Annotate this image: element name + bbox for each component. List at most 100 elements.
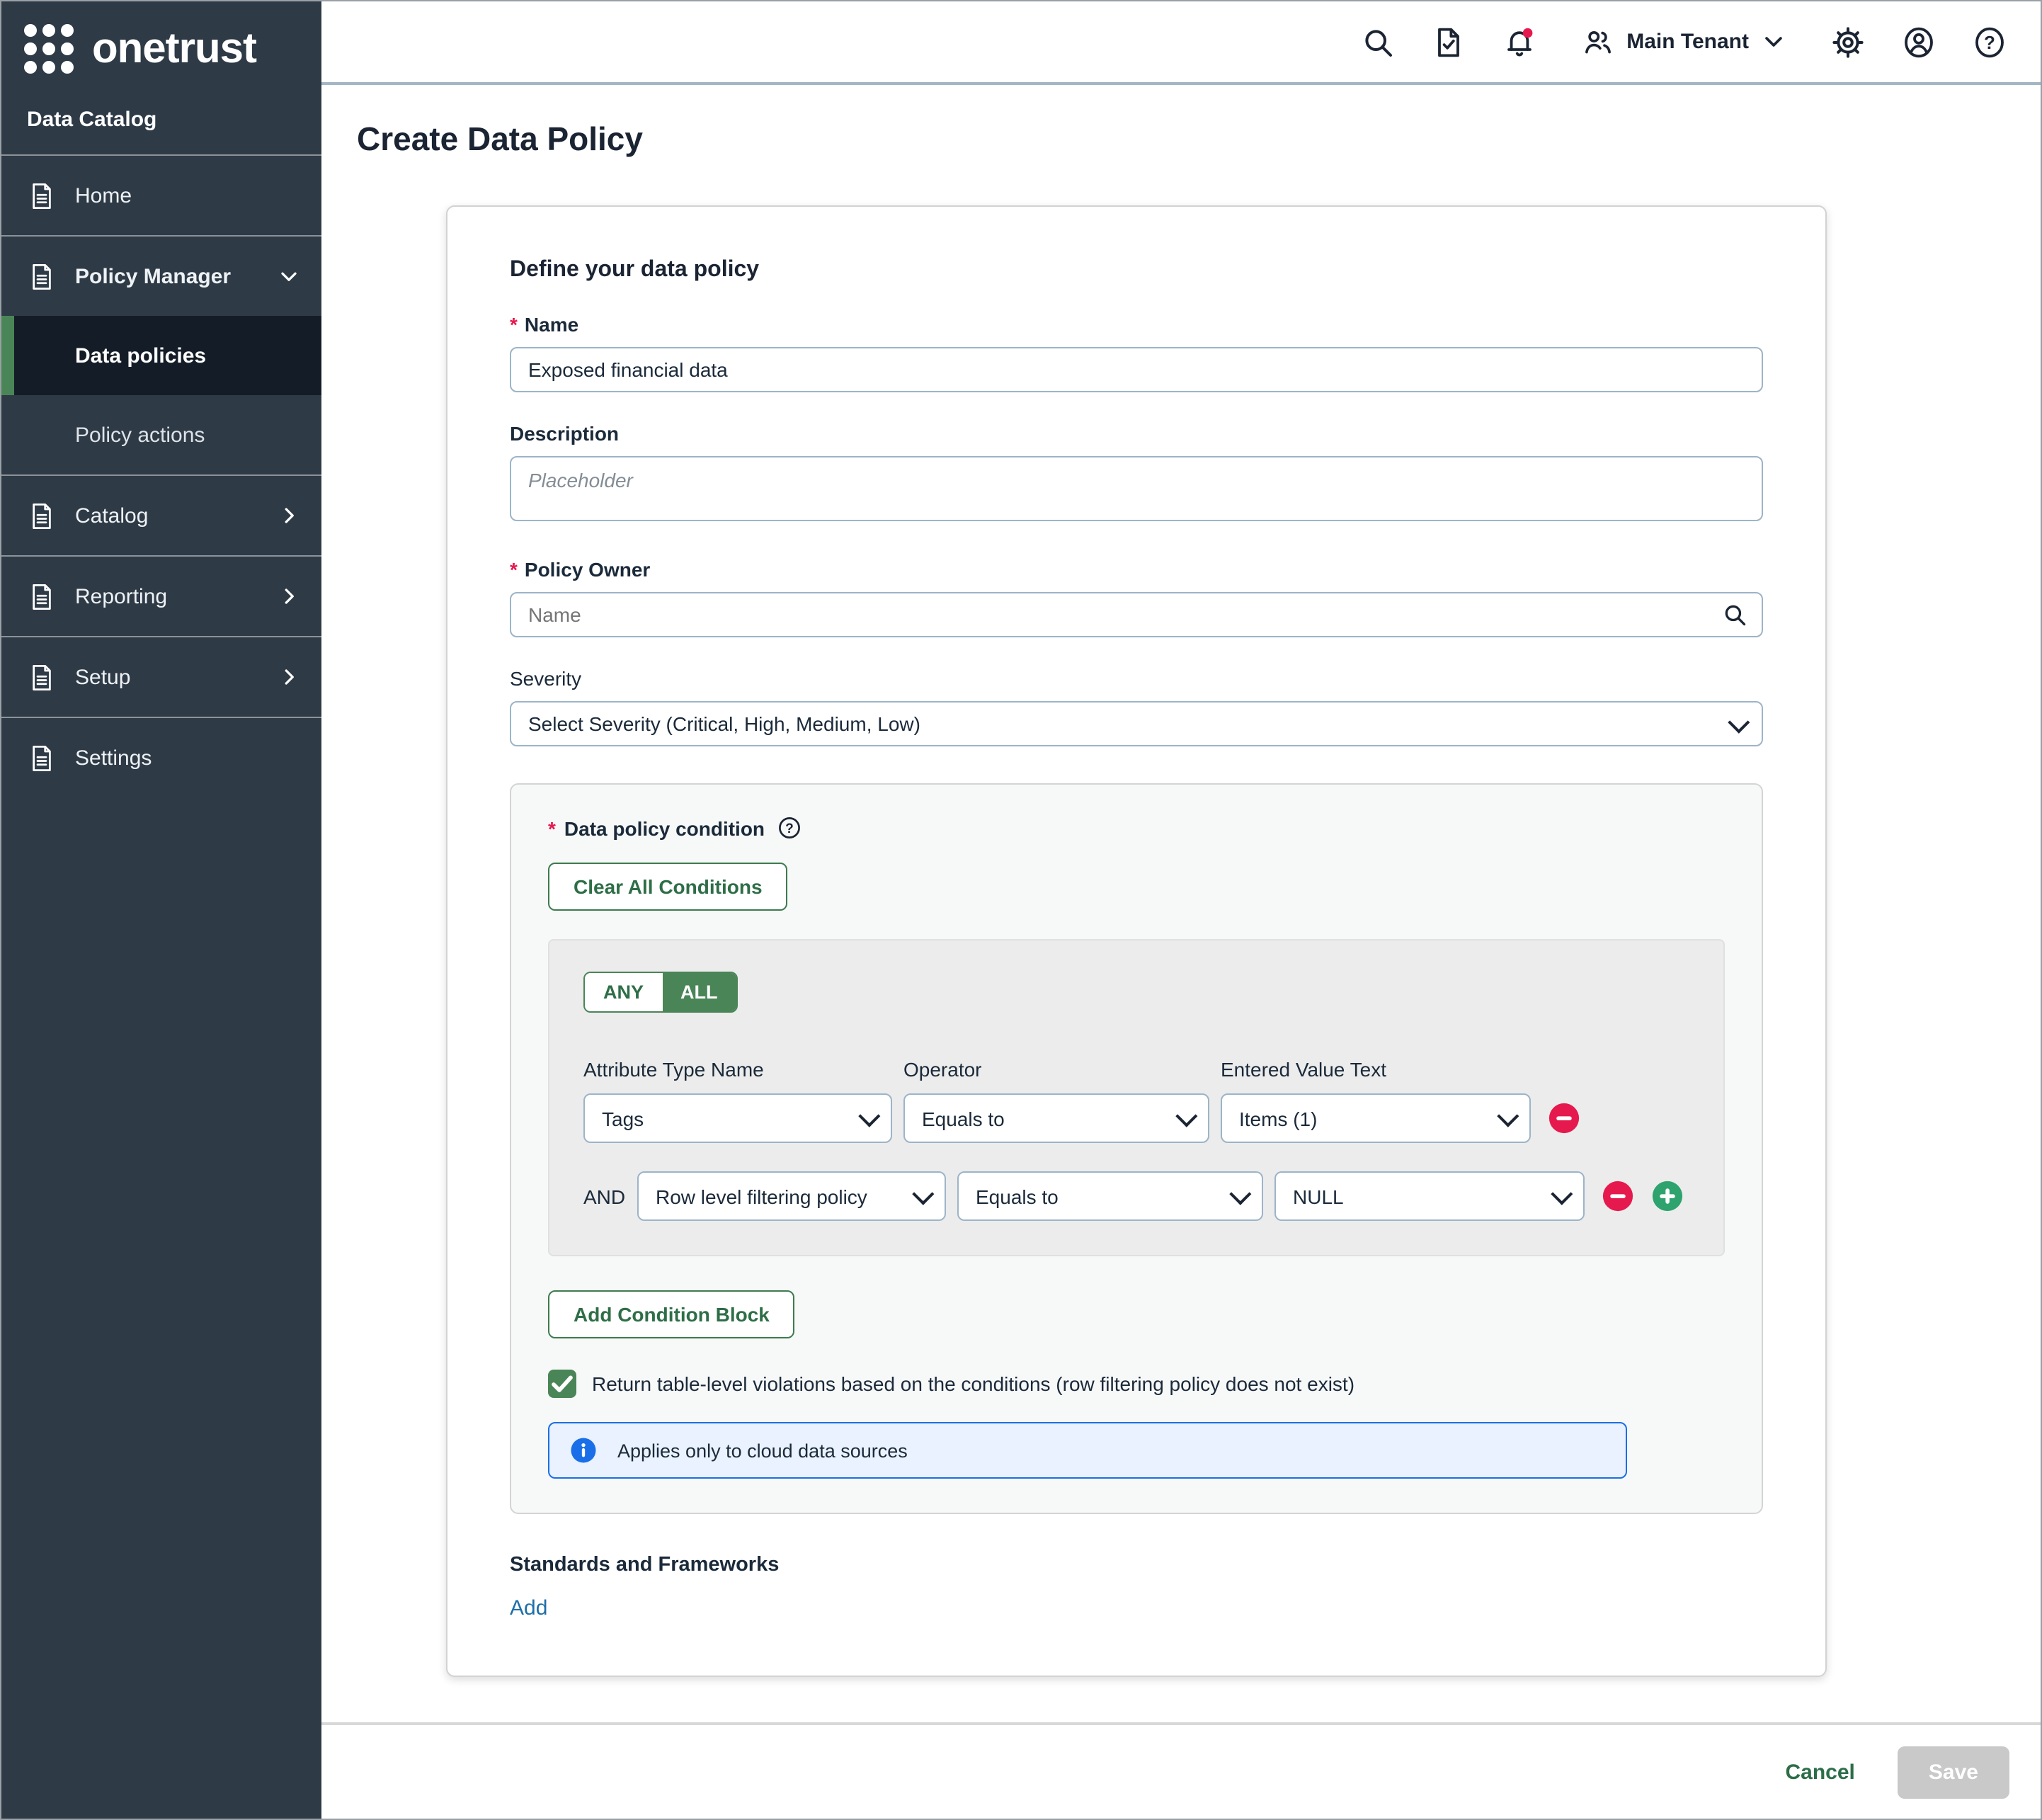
chevron-down-icon [276,263,302,289]
app-window: onetrust Data Catalog Home Policy Manage… [0,0,2042,1820]
severity-label: Severity [510,667,1763,690]
condition-row: AND Row level filtering policy Equals to… [583,1171,1689,1221]
info-icon [569,1436,598,1464]
document-icon [27,662,57,692]
document-icon [27,743,57,773]
chevron-down-icon [1762,30,1786,54]
chevron-right-icon [276,664,302,690]
notifications-icon[interactable] [1502,25,1536,59]
info-banner-text: Applies only to cloud data sources [617,1440,908,1461]
search-icon[interactable] [1722,602,1747,627]
table-level-checkbox-label: Return table-level violations based on t… [592,1372,1354,1395]
standards-heading: Standards and Frameworks [510,1554,1763,1576]
table-level-checkbox[interactable] [548,1370,576,1398]
sidebar-item-settings[interactable]: Settings [1,718,321,797]
any-all-toggle: ANY ALL [583,972,738,1013]
entered-value-dropdown[interactable]: Items (1) [1221,1093,1531,1143]
column-attribute-label: Attribute Type Name [583,1058,892,1081]
description-field-group: Description [510,422,1763,528]
chevron-down-icon [912,1183,934,1205]
sidebar-item-policy-manager[interactable]: Policy Manager [1,237,321,316]
required-asterisk: * [510,558,518,581]
tasks-icon[interactable] [1431,25,1465,59]
dropdown-value: NULL [1293,1185,1344,1207]
sidebar-item-label: Data policies [75,343,302,368]
remove-condition-button[interactable] [1548,1102,1580,1134]
attribute-type-dropdown[interactable]: Tags [583,1093,892,1143]
sidebar-item-label: Reporting [75,584,276,608]
document-icon [27,501,57,530]
chevron-down-icon [1229,1183,1251,1205]
document-icon [27,181,57,210]
description-input[interactable] [510,456,1763,521]
svg-text:?: ? [1984,31,1995,52]
name-input[interactable] [510,347,1763,392]
name-label: * Name [510,313,1763,336]
notification-dot [1522,28,1532,38]
operator-dropdown[interactable]: Equals to [957,1171,1263,1221]
sidebar-item-setup[interactable]: Setup [1,637,321,717]
sidebar-item-data-policies[interactable]: Data policies [1,316,321,395]
sidebar: onetrust Data Catalog Home Policy Manage… [1,1,321,1819]
logo-wordmark: onetrust [92,28,256,70]
sidebar-item-label: Policy actions [75,423,302,447]
help-icon[interactable]: ? [777,816,802,840]
add-condition-button[interactable] [1651,1180,1684,1212]
severity-field-group: Severity Select Severity (Critical, High… [510,667,1763,746]
document-icon [27,581,57,611]
tenant-switcher[interactable]: Main Tenant [1581,25,1786,58]
remove-condition-button[interactable] [1602,1180,1634,1212]
tenant-users-icon [1581,25,1614,58]
column-value-label: Entered Value Text [1221,1058,1531,1081]
section-heading: Define your data policy [510,258,1763,283]
dropdown-value: Row level filtering policy [656,1185,867,1207]
sidebar-item-home[interactable]: Home [1,156,321,235]
sidebar-item-reporting[interactable]: Reporting [1,557,321,636]
svg-text:?: ? [785,821,794,836]
onetrust-logo[interactable]: onetrust [1,1,321,93]
help-icon[interactable]: ? [1973,25,2007,59]
sidebar-item-catalog[interactable]: Catalog [1,476,321,555]
product-label: Data Catalog [1,93,321,154]
add-condition-block-button[interactable]: Add Condition Block [548,1290,795,1338]
toggle-any[interactable]: ANY [585,973,662,1011]
standards-add-link[interactable]: Add [510,1596,547,1620]
dropdown-value: Equals to [922,1107,1005,1130]
entered-value-dropdown[interactable]: NULL [1274,1171,1585,1221]
condition-label-row: * Data policy condition ? [548,816,1725,840]
info-banner: Applies only to cloud data sources [548,1422,1627,1479]
chevron-down-icon [1497,1105,1519,1127]
sidebar-item-label: Setup [75,665,276,689]
save-button[interactable]: Save [1898,1746,2009,1798]
cancel-button[interactable]: Cancel [1786,1760,1855,1784]
name-field-group: * Name [510,313,1763,392]
footer-bar: Cancel Save [321,1722,2041,1819]
chevron-down-icon [1175,1105,1197,1127]
dropdown-value: Items (1) [1239,1107,1317,1130]
description-label: Description [510,422,1763,445]
severity-select[interactable]: Select Severity (Critical, High, Medium,… [510,701,1763,746]
page-title: Create Data Policy [357,120,2041,159]
toggle-all[interactable]: ALL [662,973,736,1011]
chevron-right-icon [276,584,302,609]
required-asterisk: * [548,817,556,839]
operator-dropdown[interactable]: Equals to [903,1093,1209,1143]
gear-icon[interactable] [1831,25,1865,59]
dropdown-value: Equals to [976,1185,1059,1207]
logo-dots-icon [24,24,74,74]
document-icon [27,261,57,291]
table-level-checkbox-row: Return table-level violations based on t… [548,1370,1725,1398]
policy-owner-input[interactable] [510,592,1763,637]
condition-block: ANY ALL Attribute Type Name Operator Ent… [548,939,1725,1256]
search-icon[interactable] [1360,25,1394,59]
policy-owner-field-group: * Policy Owner [510,558,1763,637]
account-icon[interactable] [1902,25,1936,59]
column-operator-label: Operator [903,1058,1209,1081]
dropdown-value: Tags [602,1107,644,1130]
chevron-down-icon [1551,1183,1573,1205]
sidebar-item-label: Home [75,183,302,207]
attribute-type-dropdown[interactable]: Row level filtering policy [637,1171,946,1221]
clear-all-conditions-button[interactable]: Clear All Conditions [548,863,788,911]
sidebar-item-policy-actions[interactable]: Policy actions [1,395,321,474]
sidebar-item-label: Policy Manager [75,264,276,288]
